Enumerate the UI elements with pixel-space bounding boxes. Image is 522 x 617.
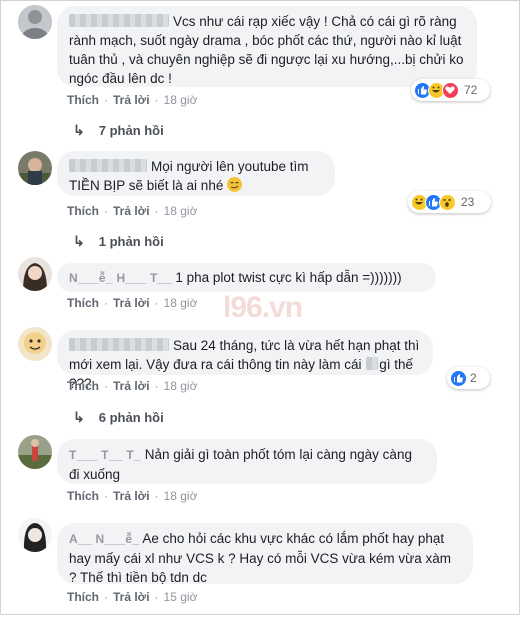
- reaction-summary[interactable]: 72: [411, 79, 490, 101]
- reply-link[interactable]: Trả lời: [113, 379, 150, 393]
- reply-link[interactable]: Trả lời: [113, 489, 150, 503]
- reply-link[interactable]: Trả lời: [113, 296, 150, 310]
- separator: ·: [104, 296, 108, 310]
- comment-text: 1 pha plot twist cực kì hấp dẫn =))))))): [175, 270, 402, 285]
- timestamp[interactable]: 18 giờ: [164, 489, 198, 503]
- separator: ·: [154, 379, 159, 393]
- replies-count: 7 phản hồi: [98, 123, 164, 138]
- comment-actions: Thích · Trả lời · 18 giờ: [67, 296, 197, 310]
- separator: ·: [104, 489, 108, 503]
- comment-bubble: Vcs như cái rạp xiếc vậy ! Chả có cái gì…: [57, 6, 477, 87]
- comment-actions: Thích · Trả lời · 18 giờ: [67, 93, 197, 107]
- author-name-blurred[interactable]: [69, 338, 169, 351]
- author-name-blurred[interactable]: [69, 159, 147, 172]
- avatar[interactable]: [18, 327, 52, 361]
- timestamp[interactable]: 18 giờ: [164, 379, 198, 393]
- separator: ·: [154, 489, 159, 503]
- author-name-blurred[interactable]: N___ễ_ H___ T__: [69, 271, 172, 285]
- comment-bubble: Mọi người lên youtube tìm TIỀN BỊP sẽ bi…: [57, 151, 335, 196]
- separator: ·: [154, 296, 159, 310]
- separator: ·: [154, 590, 159, 604]
- timestamp[interactable]: 18 giờ: [164, 93, 198, 107]
- censored-word: [366, 357, 379, 370]
- comment-actions: Thích · Trả lời · 18 giờ: [67, 204, 197, 218]
- separator: ·: [154, 93, 159, 107]
- comment-thread: Vcs như cái rạp xiếc vậy ! Chả có cái gì…: [0, 0, 520, 615]
- author-name-blurred[interactable]: A__ N___ễ_: [69, 532, 139, 546]
- avatar[interactable]: [18, 5, 52, 39]
- like-link[interactable]: Thích: [67, 93, 99, 107]
- avatar[interactable]: [18, 151, 52, 185]
- view-replies-link[interactable]: ↳ 6 phản hồi: [73, 409, 164, 426]
- timestamp[interactable]: 18 giờ: [164, 296, 198, 310]
- reply-arrow-icon: ↳: [73, 233, 85, 249]
- comment-bubble: N___ễ_ H___ T__ 1 pha plot twist cực kì …: [57, 263, 436, 292]
- comment-bubble: T___ T__ T_ Nản giải gì toàn phốt tóm lạ…: [57, 439, 437, 484]
- timestamp[interactable]: 15 giờ: [164, 590, 198, 604]
- comment-actions: Thích · Trả lời · 18 giờ: [67, 379, 197, 393]
- like-link[interactable]: Thích: [67, 296, 99, 310]
- separator: ·: [104, 93, 108, 107]
- timestamp[interactable]: 18 giờ: [164, 204, 198, 218]
- replies-count: 1 phản hồi: [98, 234, 164, 249]
- separator: ·: [104, 590, 108, 604]
- like-link[interactable]: Thích: [67, 489, 99, 503]
- separator: ·: [104, 204, 108, 218]
- avatar[interactable]: [18, 435, 52, 469]
- comment-bubble: Sau 24 tháng, tức là vừa hết hạn phạt th…: [57, 330, 433, 391]
- separator: ·: [154, 204, 159, 218]
- wow-reaction-icon: [439, 193, 456, 211]
- replies-count: 6 phản hồi: [98, 410, 164, 425]
- like-link[interactable]: Thích: [67, 590, 99, 604]
- reply-arrow-icon: ↳: [73, 409, 85, 425]
- like-link[interactable]: Thích: [67, 204, 99, 218]
- comment-actions: Thích · Trả lời · 15 giờ: [67, 590, 197, 604]
- view-replies-link[interactable]: ↳ 1 phản hồi: [73, 233, 164, 250]
- reply-link[interactable]: Trả lời: [113, 204, 150, 218]
- avatar[interactable]: [18, 257, 52, 291]
- avatar[interactable]: [18, 518, 52, 552]
- separator: ·: [104, 379, 108, 393]
- reaction-count: 23: [461, 195, 475, 209]
- view-replies-link[interactable]: ↳ 7 phản hồi: [73, 122, 164, 139]
- comment-bubble: A__ N___ễ_ Ae cho hỏi các khu vực khác c…: [57, 523, 473, 585]
- like-link[interactable]: Thích: [67, 379, 99, 393]
- like-reaction-icon: [450, 369, 467, 387]
- reply-arrow-icon: ↳: [73, 122, 85, 138]
- love-reaction-icon: [442, 81, 459, 99]
- reaction-summary[interactable]: 23: [408, 191, 491, 213]
- comment-actions: Thích · Trả lời · 18 giờ: [67, 489, 197, 503]
- author-name-blurred[interactable]: [69, 14, 169, 27]
- reaction-count: 2: [470, 371, 477, 385]
- smirk-emoji-icon: [227, 177, 243, 192]
- reply-link[interactable]: Trả lời: [113, 590, 150, 604]
- watermark-logo: l96.vn: [223, 291, 303, 324]
- reaction-summary[interactable]: 2: [447, 367, 490, 389]
- author-name-blurred[interactable]: T___ T__ T_: [69, 448, 141, 462]
- reply-link[interactable]: Trả lời: [113, 93, 150, 107]
- reaction-count: 72: [464, 83, 478, 97]
